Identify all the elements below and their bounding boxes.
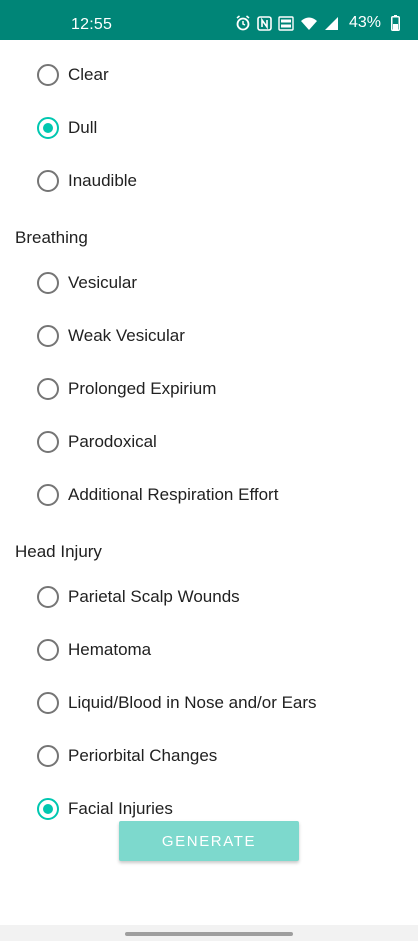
radio-option-liquid-blood[interactable]: Liquid/Blood in Nose and/or Ears bbox=[37, 688, 317, 718]
radio-option-parietal-scalp-wounds[interactable]: Parietal Scalp Wounds bbox=[37, 582, 240, 612]
radio-button[interactable] bbox=[37, 692, 59, 714]
radio-option-parodoxical[interactable]: Parodoxical bbox=[37, 427, 157, 457]
navigation-bar bbox=[0, 925, 418, 941]
radio-button[interactable] bbox=[37, 378, 59, 400]
nfc-icon bbox=[257, 15, 272, 31]
radio-label: Parodoxical bbox=[68, 432, 157, 451]
status-time: 12:55 bbox=[71, 16, 113, 33]
radio-label: Vesicular bbox=[68, 273, 137, 292]
generate-button[interactable]: GENERATE bbox=[119, 821, 299, 861]
radio-button[interactable] bbox=[37, 798, 59, 820]
wifi-icon bbox=[300, 16, 318, 31]
radio-button[interactable] bbox=[37, 745, 59, 767]
radio-button[interactable] bbox=[37, 117, 59, 139]
radio-label: Clear bbox=[68, 65, 109, 84]
signal-icon bbox=[324, 16, 339, 31]
section-title-head-injury: Head Injury bbox=[15, 542, 102, 561]
radio-button[interactable] bbox=[37, 431, 59, 453]
radio-label: Weak Vesicular bbox=[68, 326, 185, 345]
radio-label: Dull bbox=[68, 118, 98, 137]
radio-button[interactable] bbox=[37, 272, 59, 294]
radio-button[interactable] bbox=[37, 639, 59, 661]
home-gesture-handle[interactable] bbox=[125, 932, 293, 936]
radio-label: Parietal Scalp Wounds bbox=[68, 587, 240, 606]
radio-option-hematoma[interactable]: Hematoma bbox=[37, 635, 151, 665]
radio-option-additional-respiration-effort[interactable]: Additional Respiration Effort bbox=[37, 480, 278, 510]
radio-option-vesicular[interactable]: Vesicular bbox=[37, 268, 137, 298]
radio-option-prolonged-expirium[interactable]: Prolonged Expirium bbox=[37, 374, 216, 404]
status-bar: 12:55 43% bbox=[0, 0, 418, 40]
radio-option-inaudible[interactable]: Inaudible bbox=[37, 166, 137, 196]
radio-label: Additional Respiration Effort bbox=[68, 485, 279, 504]
section-title-breathing: Breathing bbox=[15, 228, 88, 247]
radio-option-periorbital-changes[interactable]: Periorbital Changes bbox=[37, 741, 217, 771]
radio-option-weak-vesicular[interactable]: Weak Vesicular bbox=[37, 321, 185, 351]
radio-option-clear[interactable]: Clear bbox=[37, 60, 109, 90]
radio-option-dull[interactable]: Dull bbox=[37, 113, 97, 143]
radio-button[interactable] bbox=[37, 170, 59, 192]
status-icons: 43% bbox=[235, 14, 400, 32]
radio-label: Inaudible bbox=[68, 171, 138, 190]
radio-label: Prolonged Expirium bbox=[68, 379, 217, 398]
form-content: Clear Dull Inaudible Breathing Vesicular… bbox=[0, 40, 418, 925]
radio-button[interactable] bbox=[37, 64, 59, 86]
alarm-icon bbox=[235, 15, 251, 31]
radio-button[interactable] bbox=[37, 586, 59, 608]
radio-label: Liquid/Blood in Nose and/or Ears bbox=[68, 693, 317, 712]
radio-button[interactable] bbox=[37, 325, 59, 347]
radio-label: Hematoma bbox=[68, 640, 152, 659]
radio-option-facial-injuries[interactable]: Facial Injuries bbox=[37, 794, 173, 824]
volte-icon bbox=[278, 15, 294, 31]
radio-button[interactable] bbox=[37, 484, 59, 506]
battery-icon bbox=[391, 15, 400, 31]
battery-percentage: 43% bbox=[348, 14, 381, 31]
radio-label: Periorbital Changes bbox=[68, 746, 218, 765]
radio-label: Facial Injuries bbox=[68, 799, 173, 818]
